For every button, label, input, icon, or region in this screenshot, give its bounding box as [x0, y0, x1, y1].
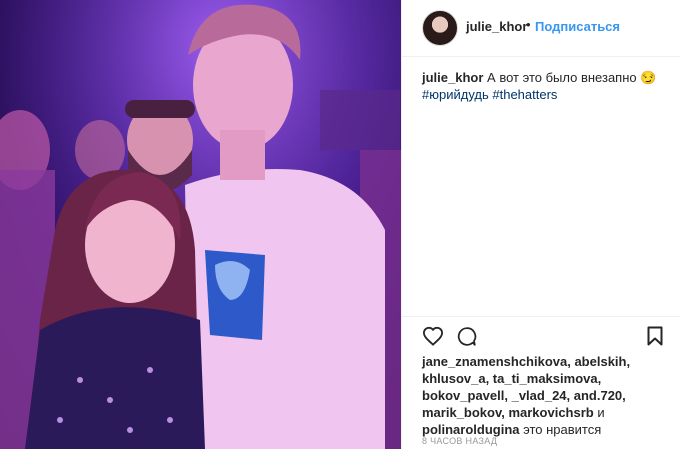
likes-and: и — [597, 405, 605, 420]
follow-button[interactable]: Подписаться — [535, 19, 620, 34]
avatar[interactable] — [422, 10, 458, 46]
caption-username[interactable]: julie_khor — [422, 70, 483, 85]
likes-users[interactable]: marik_bokov, markovichsrb — [422, 405, 594, 420]
post-side-panel: julie_khor • Подписаться julie_khor А во… — [402, 0, 680, 449]
instagram-post: julie_khor • Подписаться julie_khor А во… — [0, 0, 680, 449]
post-timestamp[interactable]: 8 ЧАСОВ НАЗАД — [422, 436, 497, 446]
post-actions — [402, 324, 680, 350]
post-caption: julie_khor А вот это было внезапно 😏 #юр… — [422, 69, 667, 103]
likes-users[interactable]: khlusov_a, ta_ti_maksimova, — [422, 371, 601, 386]
likes-users[interactable]: bokov_pavell, _vlad_24, and.720, — [422, 388, 626, 403]
actions-divider — [402, 316, 680, 317]
post-header: julie_khor • Подписаться — [402, 0, 680, 55]
header-divider — [402, 56, 680, 57]
likes-summary: jane_znamenshchikova, abelskih, khlusov_… — [422, 353, 672, 438]
post-photo[interactable] — [0, 0, 401, 449]
header-username[interactable]: julie_khor — [466, 19, 527, 34]
photo-illustration — [0, 0, 401, 449]
comment-icon[interactable] — [456, 326, 477, 352]
header-separator: • — [526, 17, 531, 32]
caption-text: А вот это было внезапно 😏 — [487, 70, 657, 85]
hashtag-link[interactable]: #thehatters — [492, 87, 557, 102]
likes-users[interactable]: jane_znamenshchikova, abelskih, — [422, 354, 630, 369]
likes-suffix: это нравится — [523, 422, 602, 437]
heart-icon[interactable] — [422, 326, 444, 351]
likes-users[interactable]: polinaroldugina — [422, 422, 520, 437]
bookmark-icon[interactable] — [647, 326, 663, 351]
hashtag-link[interactable]: #юрийдудь — [422, 87, 489, 102]
